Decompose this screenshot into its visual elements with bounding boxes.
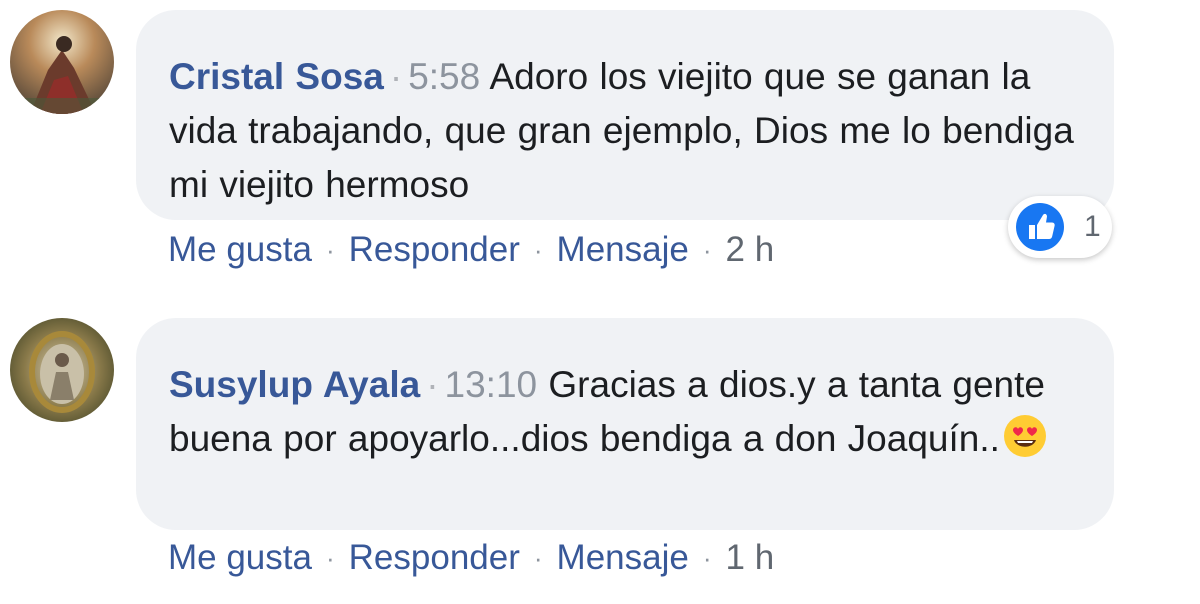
avatar[interactable] — [10, 10, 114, 114]
separator: · — [702, 234, 712, 265]
avatar[interactable] — [10, 318, 114, 422]
separator: · — [533, 542, 543, 573]
comment-timestamp[interactable]: 5:58 — [408, 56, 480, 97]
author-name[interactable]: Cristal Sosa — [169, 56, 384, 97]
reaction-count-badge[interactable]: 1 — [1008, 196, 1112, 258]
comment-bubble: Susylup Ayala · 13:10 Gracias a dios.y a t… — [136, 318, 1114, 530]
comment-timestamp[interactable]: 13:10 — [445, 364, 538, 405]
separator: · — [325, 234, 335, 265]
separator: · — [325, 542, 335, 573]
profile-photo-icon — [10, 10, 114, 114]
message-link[interactable]: Mensaje — [557, 538, 689, 578]
reaction-count: 1 — [1084, 210, 1101, 243]
comment-body: Cristal Sosa · 5:58 Adoro los viejito que … — [169, 50, 1080, 212]
profile-photo-icon — [10, 318, 114, 422]
like-icon — [1014, 201, 1066, 253]
comment-age[interactable]: 1 h — [726, 538, 775, 578]
comment-body: Susylup Ayala · 13:10 Gracias a dios.y a t… — [169, 358, 1080, 466]
like-link[interactable]: Me gusta — [168, 538, 312, 578]
heart-eyes-emoji-icon — [1002, 413, 1048, 459]
comment-actions: Me gusta · Responder · Mensaje · 2 h — [168, 230, 774, 270]
separator: · — [389, 56, 403, 97]
separator: · — [533, 234, 543, 265]
reply-link[interactable]: Responder — [349, 538, 520, 578]
comment-age[interactable]: 2 h — [726, 230, 775, 270]
like-link[interactable]: Me gusta — [168, 230, 312, 270]
separator: · — [426, 364, 439, 405]
reply-link[interactable]: Responder — [349, 230, 520, 270]
separator: · — [702, 542, 712, 573]
comment-bubble: Cristal Sosa · 5:58 Adoro los viejito que … — [136, 10, 1114, 220]
message-link[interactable]: Mensaje — [557, 230, 689, 270]
comment-actions: Me gusta · Responder · Mensaje · 1 h — [168, 538, 774, 578]
author-name[interactable]: Susylup Ayala — [169, 364, 420, 405]
